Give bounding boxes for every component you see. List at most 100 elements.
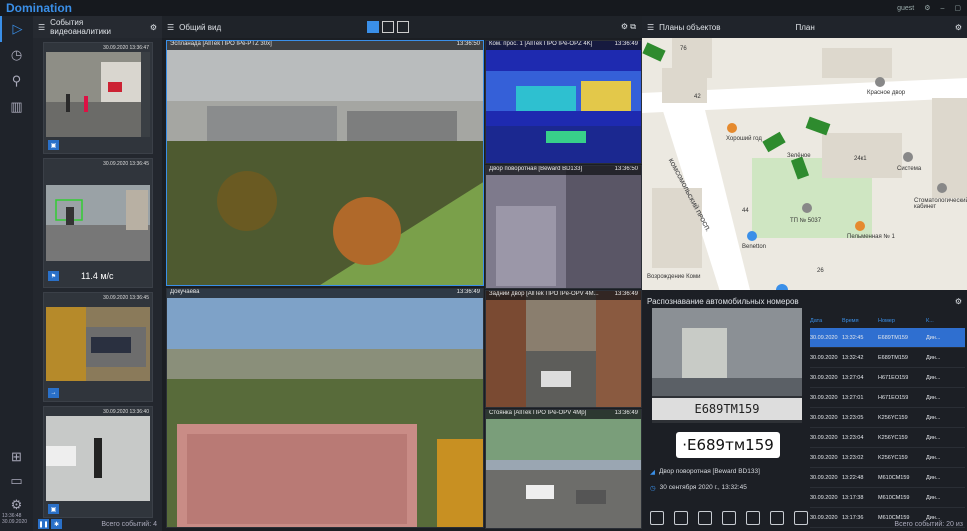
- left-rail: ▷ ◷ ⚲ ▥ ⊞ ▭ ⚙ 13:36:48 30.09.2020: [0, 16, 33, 531]
- history-icon[interactable]: ◷: [0, 42, 33, 68]
- minimize-icon[interactable]: –: [940, 5, 944, 12]
- menu-icon[interactable]: ☰: [38, 23, 45, 32]
- chart-icon[interactable]: ▥: [0, 94, 33, 120]
- cell-plate: M610CM159: [878, 474, 910, 481]
- event-speed: 11.4 м/с: [81, 271, 114, 281]
- lpr-camera-row: ◢ Двор поворотная [Beward BD133]: [650, 468, 760, 476]
- car-plus-icon[interactable]: [770, 511, 784, 525]
- cell-date: 30.09.2020: [810, 394, 838, 401]
- event-card[interactable]: 30.09.2020 13:36:40 ▣: [43, 406, 153, 518]
- cell-plate: M610CM159: [878, 494, 910, 501]
- table-row[interactable]: 30.09.2020 13:32:42 E689TM159 Дин...: [810, 348, 965, 368]
- gear-icon[interactable]: ⚙ ⧉: [621, 22, 636, 32]
- cell-plate: E689TM159: [878, 334, 908, 341]
- search-icon[interactable]: ⚲: [0, 68, 33, 94]
- event-thumbnail: [46, 185, 150, 261]
- map-plan-label[interactable]: План: [796, 23, 815, 32]
- list-icon[interactable]: [746, 511, 760, 525]
- clock-icon: ◷: [650, 485, 656, 492]
- camera-name: Докучаева: [170, 289, 200, 295]
- cell-plate: K256YC159: [878, 434, 908, 441]
- event-footer: →: [44, 385, 152, 401]
- camera-tile[interactable]: Стоянка [AllTek ПРО IPe-OPV 4Mp] 13:36:49: [485, 409, 642, 529]
- notification-icon[interactable]: ▭: [0, 468, 33, 494]
- camera-tile[interactable]: Эспланада [AllTek ПРО IPe-PTZ 30x] 13:36:…: [166, 40, 484, 286]
- col-date[interactable]: Дата: [810, 318, 842, 324]
- cell-type: Дин...: [926, 474, 941, 481]
- event-card[interactable]: 30.09.2020 13:36:45 →: [43, 292, 153, 402]
- camera-name: Эспланада [AllTek ПРО IPe-PTZ 30x]: [170, 41, 272, 47]
- col-plate[interactable]: Номер: [878, 318, 926, 324]
- camera-tile[interactable]: Двор поворотная [Beward BD133] 13:36:50: [485, 165, 642, 289]
- event-time: 30.09.2020 13:36:47: [103, 45, 149, 51]
- layout-icon[interactable]: ⊞: [0, 444, 33, 470]
- table-row[interactable]: 30.09.2020 13:23:05 K256YC159 Дин...: [810, 408, 965, 428]
- events-panel: ☰ События видеоаналитики ⚙ 30.09.2020 13…: [33, 16, 162, 531]
- cell-type: Дин...: [926, 374, 941, 381]
- car-icon[interactable]: [698, 511, 712, 525]
- bookmark-icon[interactable]: [794, 511, 808, 525]
- cell-date: 30.09.2020: [810, 374, 838, 381]
- events-footer: ❚❚ ✱ Всего событий: 4: [33, 517, 162, 531]
- menu-icon[interactable]: ☰: [167, 23, 174, 32]
- camera-tile[interactable]: Ком. прос. 1 [AllTek ПРО IPe-OPZ 4K] 13:3…: [485, 40, 642, 164]
- table-row[interactable]: 30.09.2020 13:22:48 M610CM159 Дин...: [810, 468, 965, 488]
- cell-time: 13:23:04: [842, 434, 864, 441]
- map-canvas[interactable]: [642, 38, 967, 290]
- archive-icon[interactable]: [650, 511, 664, 525]
- lpr-time-row: ◷ 30 сентября 2020 г., 13:32:45: [650, 484, 747, 492]
- col-type[interactable]: К...: [926, 318, 956, 324]
- cell-type: Дин...: [926, 454, 941, 461]
- cell-time: 13:17:36: [842, 514, 864, 521]
- map-title: Планы объектов: [659, 22, 721, 32]
- camera-caption: Докучаева 13:36:49: [167, 289, 483, 298]
- quad-layout-icon[interactable]: [397, 21, 409, 33]
- play-icon[interactable]: ▷: [0, 16, 33, 42]
- camera-name: Двор поворотная [Beward BD133]: [489, 166, 583, 172]
- map-header: ☰ Планы объектов План ⚙: [642, 16, 967, 38]
- table-row[interactable]: 30.09.2020 13:27:01 H671EO159 Дин...: [810, 388, 965, 408]
- single-layout-icon[interactable]: [382, 21, 394, 33]
- gear-icon[interactable]: ⚙: [150, 23, 157, 32]
- event-type-icon: ▣: [48, 504, 59, 514]
- cell-plate: H671EO159: [878, 394, 909, 401]
- camera-caption: Задний двор [AllTek ПРО IPe-OPV 4M... 13:…: [486, 291, 641, 300]
- camera-caption: Эспланада [AllTek ПРО IPe-PTZ 30x] 13:36:…: [167, 41, 483, 50]
- cell-time: 13:22:48: [842, 474, 864, 481]
- table-row[interactable]: 30.09.2020 13:27:04 H671EO159 Дин...: [810, 368, 965, 388]
- settings-icon[interactable]: ⚙: [924, 4, 930, 12]
- view-title: Общий вид: [179, 22, 222, 32]
- table-row[interactable]: 30.09.2020 13:23:02 K256YC159 Дин...: [810, 448, 965, 468]
- camera-tile[interactable]: Докучаева 13:36:49: [166, 288, 484, 528]
- cell-type: Дин...: [926, 514, 941, 521]
- plate-recognition-panel: Распознавание автомобильных номеров ⚙ E6…: [642, 290, 967, 531]
- cell-time: 13:32:45: [842, 334, 864, 341]
- table-row[interactable]: 30.09.2020 13:23:04 K256YC159 Дин...: [810, 428, 965, 448]
- pause-icon[interactable]: ❚❚: [38, 519, 49, 529]
- plates-table: Дата Время Номер К... 30.09.2020 13:32:45…: [810, 314, 965, 528]
- event-thumbnail: [46, 52, 150, 137]
- grid-layout-icon[interactable]: [367, 21, 379, 33]
- gear-icon[interactable]: ⚙: [955, 297, 962, 306]
- table-row[interactable]: 30.09.2020 13:17:38 M610CM159 Дин...: [810, 488, 965, 508]
- table-row[interactable]: 30.09.2020 13:32:45 E689TM159 Дин...: [810, 328, 965, 348]
- cell-date: 30.09.2020: [810, 454, 838, 461]
- cell-type: Дин...: [926, 354, 941, 361]
- speed-icon: ⚑: [48, 271, 59, 281]
- event-card[interactable]: 30.09.2020 13:36:47 ▣: [43, 42, 153, 154]
- cell-time: 13:27:01: [842, 394, 864, 401]
- menu-icon[interactable]: ☰: [647, 23, 654, 32]
- user-name[interactable]: guest: [897, 5, 914, 12]
- col-time[interactable]: Время: [842, 318, 878, 324]
- events-header: ☰ События видеоаналитики ⚙: [33, 16, 162, 38]
- event-card[interactable]: 30.09.2020 13:36:45 ⚑ 11.4 м/с: [43, 158, 153, 288]
- maximize-icon[interactable]: ▢: [954, 4, 961, 12]
- cell-time: 13:17:38: [842, 494, 864, 501]
- filter-icon[interactable]: ✱: [51, 519, 62, 529]
- gear-icon[interactable]: ⚙: [955, 23, 962, 32]
- events-count: Всего событий: 4: [101, 520, 157, 528]
- camera-tile[interactable]: Задний двор [AllTek ПРО IPe-OPV 4M... 13:…: [485, 290, 642, 408]
- map-panel: ☰ Планы объектов План ⚙ 76 42 Красное дв…: [642, 16, 967, 290]
- car-search-icon[interactable]: [722, 511, 736, 525]
- export-icon[interactable]: [674, 511, 688, 525]
